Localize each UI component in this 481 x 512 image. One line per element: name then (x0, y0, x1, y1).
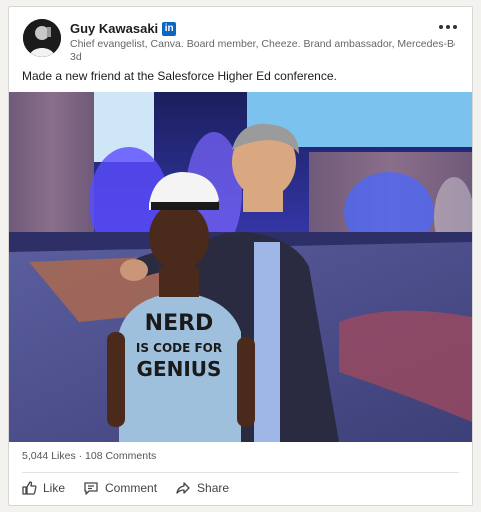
shirt-line-2: IS CODE FOR (136, 341, 222, 355)
avatar-image (23, 19, 61, 57)
shirt-line-1: NERD (145, 311, 214, 336)
linkedin-badge-icon: in (162, 21, 177, 36)
post-photo[interactable]: NERD IS CODE FOR GENIUS (9, 92, 472, 442)
divider (22, 472, 459, 473)
author-avatar[interactable] (23, 19, 61, 57)
share-label: Share (197, 481, 230, 495)
author-tagline: Chief evangelist, Canva. Board member, C… (70, 38, 455, 50)
post-actions: Like Comment Share (21, 480, 229, 496)
comment-label: Comment (105, 481, 158, 495)
post-header: Guy Kawasaki in Chief evangelist, Canva.… (23, 19, 462, 63)
post-text: Made a new friend at the Salesforce High… (22, 69, 337, 83)
like-button[interactable]: Like (21, 480, 65, 496)
thumbs-up-icon (22, 481, 37, 495)
photo-illustration: NERD IS CODE FOR GENIUS (9, 92, 472, 442)
more-options-icon[interactable] (436, 19, 460, 35)
share-button[interactable]: Share (175, 480, 229, 496)
author-name[interactable]: Guy Kawasaki (70, 21, 158, 36)
comment-icon (84, 482, 98, 495)
post-card: Guy Kawasaki in Chief evangelist, Canva.… (8, 6, 473, 506)
post-time: 3d (70, 51, 82, 63)
shirt-line-3: GENIUS (137, 357, 222, 381)
author-name-row: Guy Kawasaki in (70, 21, 177, 36)
dot (439, 25, 443, 29)
dot (453, 25, 457, 29)
like-label: Like (43, 481, 66, 495)
reaction-counts[interactable]: 5,044 Likes · 108 Comments (22, 450, 156, 462)
stats-summary[interactable]: 5,044 Likes · 108 Comments (22, 450, 156, 462)
share-arrow-icon (176, 482, 190, 494)
dot (446, 25, 450, 29)
comment-button[interactable]: Comment (83, 480, 157, 496)
